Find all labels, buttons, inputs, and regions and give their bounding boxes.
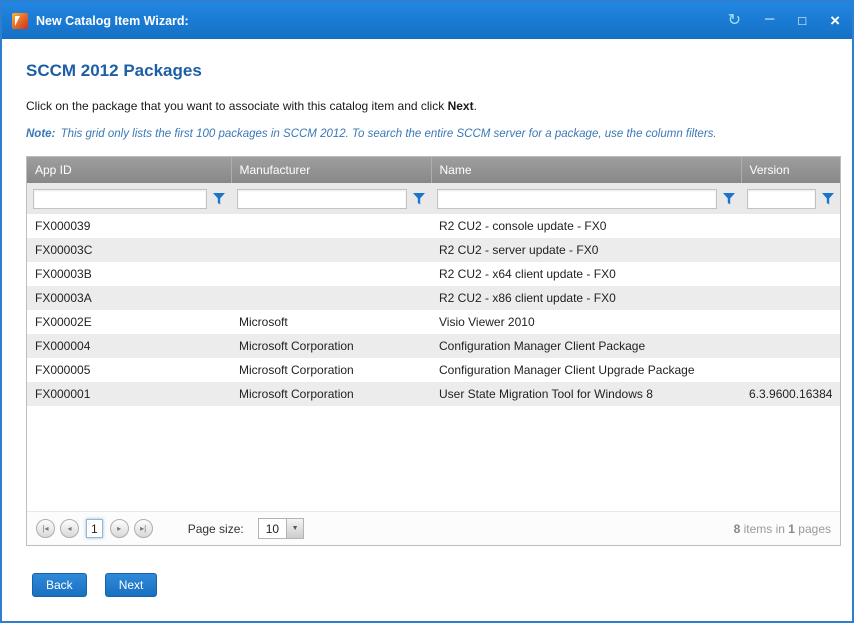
table-row[interactable]: FX000039 R2 CU2 - console update - FX0 [27,214,840,238]
cell-app-id[interactable]: FX000001 [27,382,231,406]
pager: |◂ ◂ 1 ▸ ▸| Page size: 10 ▼ 8 items in 1… [27,511,840,545]
items-text: items in [740,522,788,536]
wizard-footer: Back Next [26,573,841,597]
page-size-select[interactable]: 10 ▼ [258,518,304,539]
filter-manufacturer-input[interactable] [237,189,407,209]
cell-manufacturer[interactable] [231,214,431,238]
cell-name[interactable]: Configuration Manager Client Upgrade Pac… [431,358,741,382]
cell-app-id[interactable]: FX00003C [27,238,231,262]
refresh-icon[interactable]: ↻ [728,13,741,29]
cell-name[interactable]: R2 CU2 - x86 client update - FX0 [431,286,741,310]
cell-app-id[interactable]: FX000005 [27,358,231,382]
close-icon[interactable]: × [830,12,840,29]
packages-grid: App ID Manufacturer Name Version [26,156,841,546]
page-size-dropdown-arrow-icon[interactable]: ▼ [286,519,303,538]
table-row[interactable]: FX000004Microsoft CorporationConfigurati… [27,334,840,358]
table-row[interactable]: FX00003A R2 CU2 - x86 client update - FX0 [27,286,840,310]
cell-name[interactable]: R2 CU2 - x64 client update - FX0 [431,262,741,286]
wizard-window: New Catalog Item Wizard: ↻ ─ □ × SCCM 20… [0,0,854,623]
page-size-label: Page size: [188,522,244,536]
grid-empty-area [27,406,840,511]
page-title: SCCM 2012 Packages [26,61,841,81]
cell-app-id[interactable]: FX000004 [27,334,231,358]
cell-version[interactable] [741,262,840,286]
prev-page-button[interactable]: ◂ [60,519,79,538]
first-page-button[interactable]: |◂ [36,519,55,538]
pages-count: 1 [788,522,795,536]
cell-version[interactable] [741,334,840,358]
window-controls: ↻ ─ □ × [728,12,840,29]
column-header-name[interactable]: Name [431,157,741,183]
pages-text: pages [795,522,831,536]
filter-app-id-funnel-icon[interactable] [211,193,227,205]
note-text: Note: This grid only lists the first 100… [26,128,841,140]
cell-manufacturer[interactable] [231,286,431,310]
cell-manufacturer[interactable] [231,262,431,286]
note-label: Note: [26,128,55,140]
page-size-value: 10 [259,522,286,536]
cell-manufacturer[interactable]: Microsoft Corporation [231,358,431,382]
instruction-prefix: Click on the package that you want to as… [26,99,448,113]
current-page-button[interactable]: 1 [86,519,103,538]
table-filter-row [27,183,840,214]
note-body: This grid only lists the first 100 packa… [57,128,716,140]
titlebar: New Catalog Item Wizard: ↻ ─ □ × [2,2,852,39]
wizard-content: SCCM 2012 Packages Click on the package … [2,39,852,597]
back-button[interactable]: Back [32,573,87,597]
maximize-icon[interactable]: □ [798,14,806,27]
filter-version-input[interactable] [747,189,816,209]
filter-version-funnel-icon[interactable] [820,193,836,205]
items-summary: 8 items in 1 pages [734,522,831,536]
cell-app-id[interactable]: FX00003A [27,286,231,310]
cell-version[interactable] [741,286,840,310]
table-row[interactable]: FX000005Microsoft CorporationConfigurati… [27,358,840,382]
packages-table: App ID Manufacturer Name Version [27,157,840,406]
column-header-manufacturer[interactable]: Manufacturer [231,157,431,183]
cell-version[interactable] [741,214,840,238]
cell-name[interactable]: Configuration Manager Client Package [431,334,741,358]
cell-manufacturer[interactable]: Microsoft Corporation [231,382,431,406]
instruction-next-keyword: Next [448,99,474,113]
cell-manufacturer[interactable]: Microsoft Corporation [231,334,431,358]
next-button[interactable]: Next [105,573,158,597]
instruction-suffix: . [474,99,477,113]
table-row[interactable]: FX00003C R2 CU2 - server update - FX0 [27,238,840,262]
cell-version[interactable]: 6.3.9600.16384 [741,382,840,406]
cell-app-id[interactable]: FX00003B [27,262,231,286]
cell-manufacturer[interactable] [231,238,431,262]
table-row[interactable]: FX000001Microsoft CorporationUser State … [27,382,840,406]
cell-app-id[interactable]: FX00002E [27,310,231,334]
filter-app-id-input[interactable] [33,189,207,209]
cell-app-id[interactable]: FX000039 [27,214,231,238]
cell-name[interactable]: R2 CU2 - server update - FX0 [431,238,741,262]
table-body: FX000039R2 CU2 - console update - FX0FX0… [27,214,840,406]
cell-manufacturer[interactable]: Microsoft [231,310,431,334]
filter-name-funnel-icon[interactable] [721,193,737,205]
minimize-icon[interactable]: ─ [765,12,774,25]
column-header-app-id[interactable]: App ID [27,157,231,183]
app-icon [12,13,28,29]
table-row[interactable]: FX00002EMicrosoftVisio Viewer 2010 [27,310,840,334]
cell-name[interactable]: R2 CU2 - console update - FX0 [431,214,741,238]
table-header-row: App ID Manufacturer Name Version [27,157,840,183]
cell-version[interactable] [741,358,840,382]
window-title: New Catalog Item Wizard: [36,14,189,28]
table-row[interactable]: FX00003B R2 CU2 - x64 client update - FX0 [27,262,840,286]
last-page-button[interactable]: ▸| [134,519,153,538]
cell-name[interactable]: Visio Viewer 2010 [431,310,741,334]
column-header-version[interactable]: Version [741,157,840,183]
instruction-text: Click on the package that you want to as… [26,99,841,113]
filter-manufacturer-funnel-icon[interactable] [411,193,427,205]
filter-name-input[interactable] [437,189,717,209]
cell-version[interactable] [741,310,840,334]
cell-name[interactable]: User State Migration Tool for Windows 8 [431,382,741,406]
next-page-button[interactable]: ▸ [110,519,129,538]
cell-version[interactable] [741,238,840,262]
